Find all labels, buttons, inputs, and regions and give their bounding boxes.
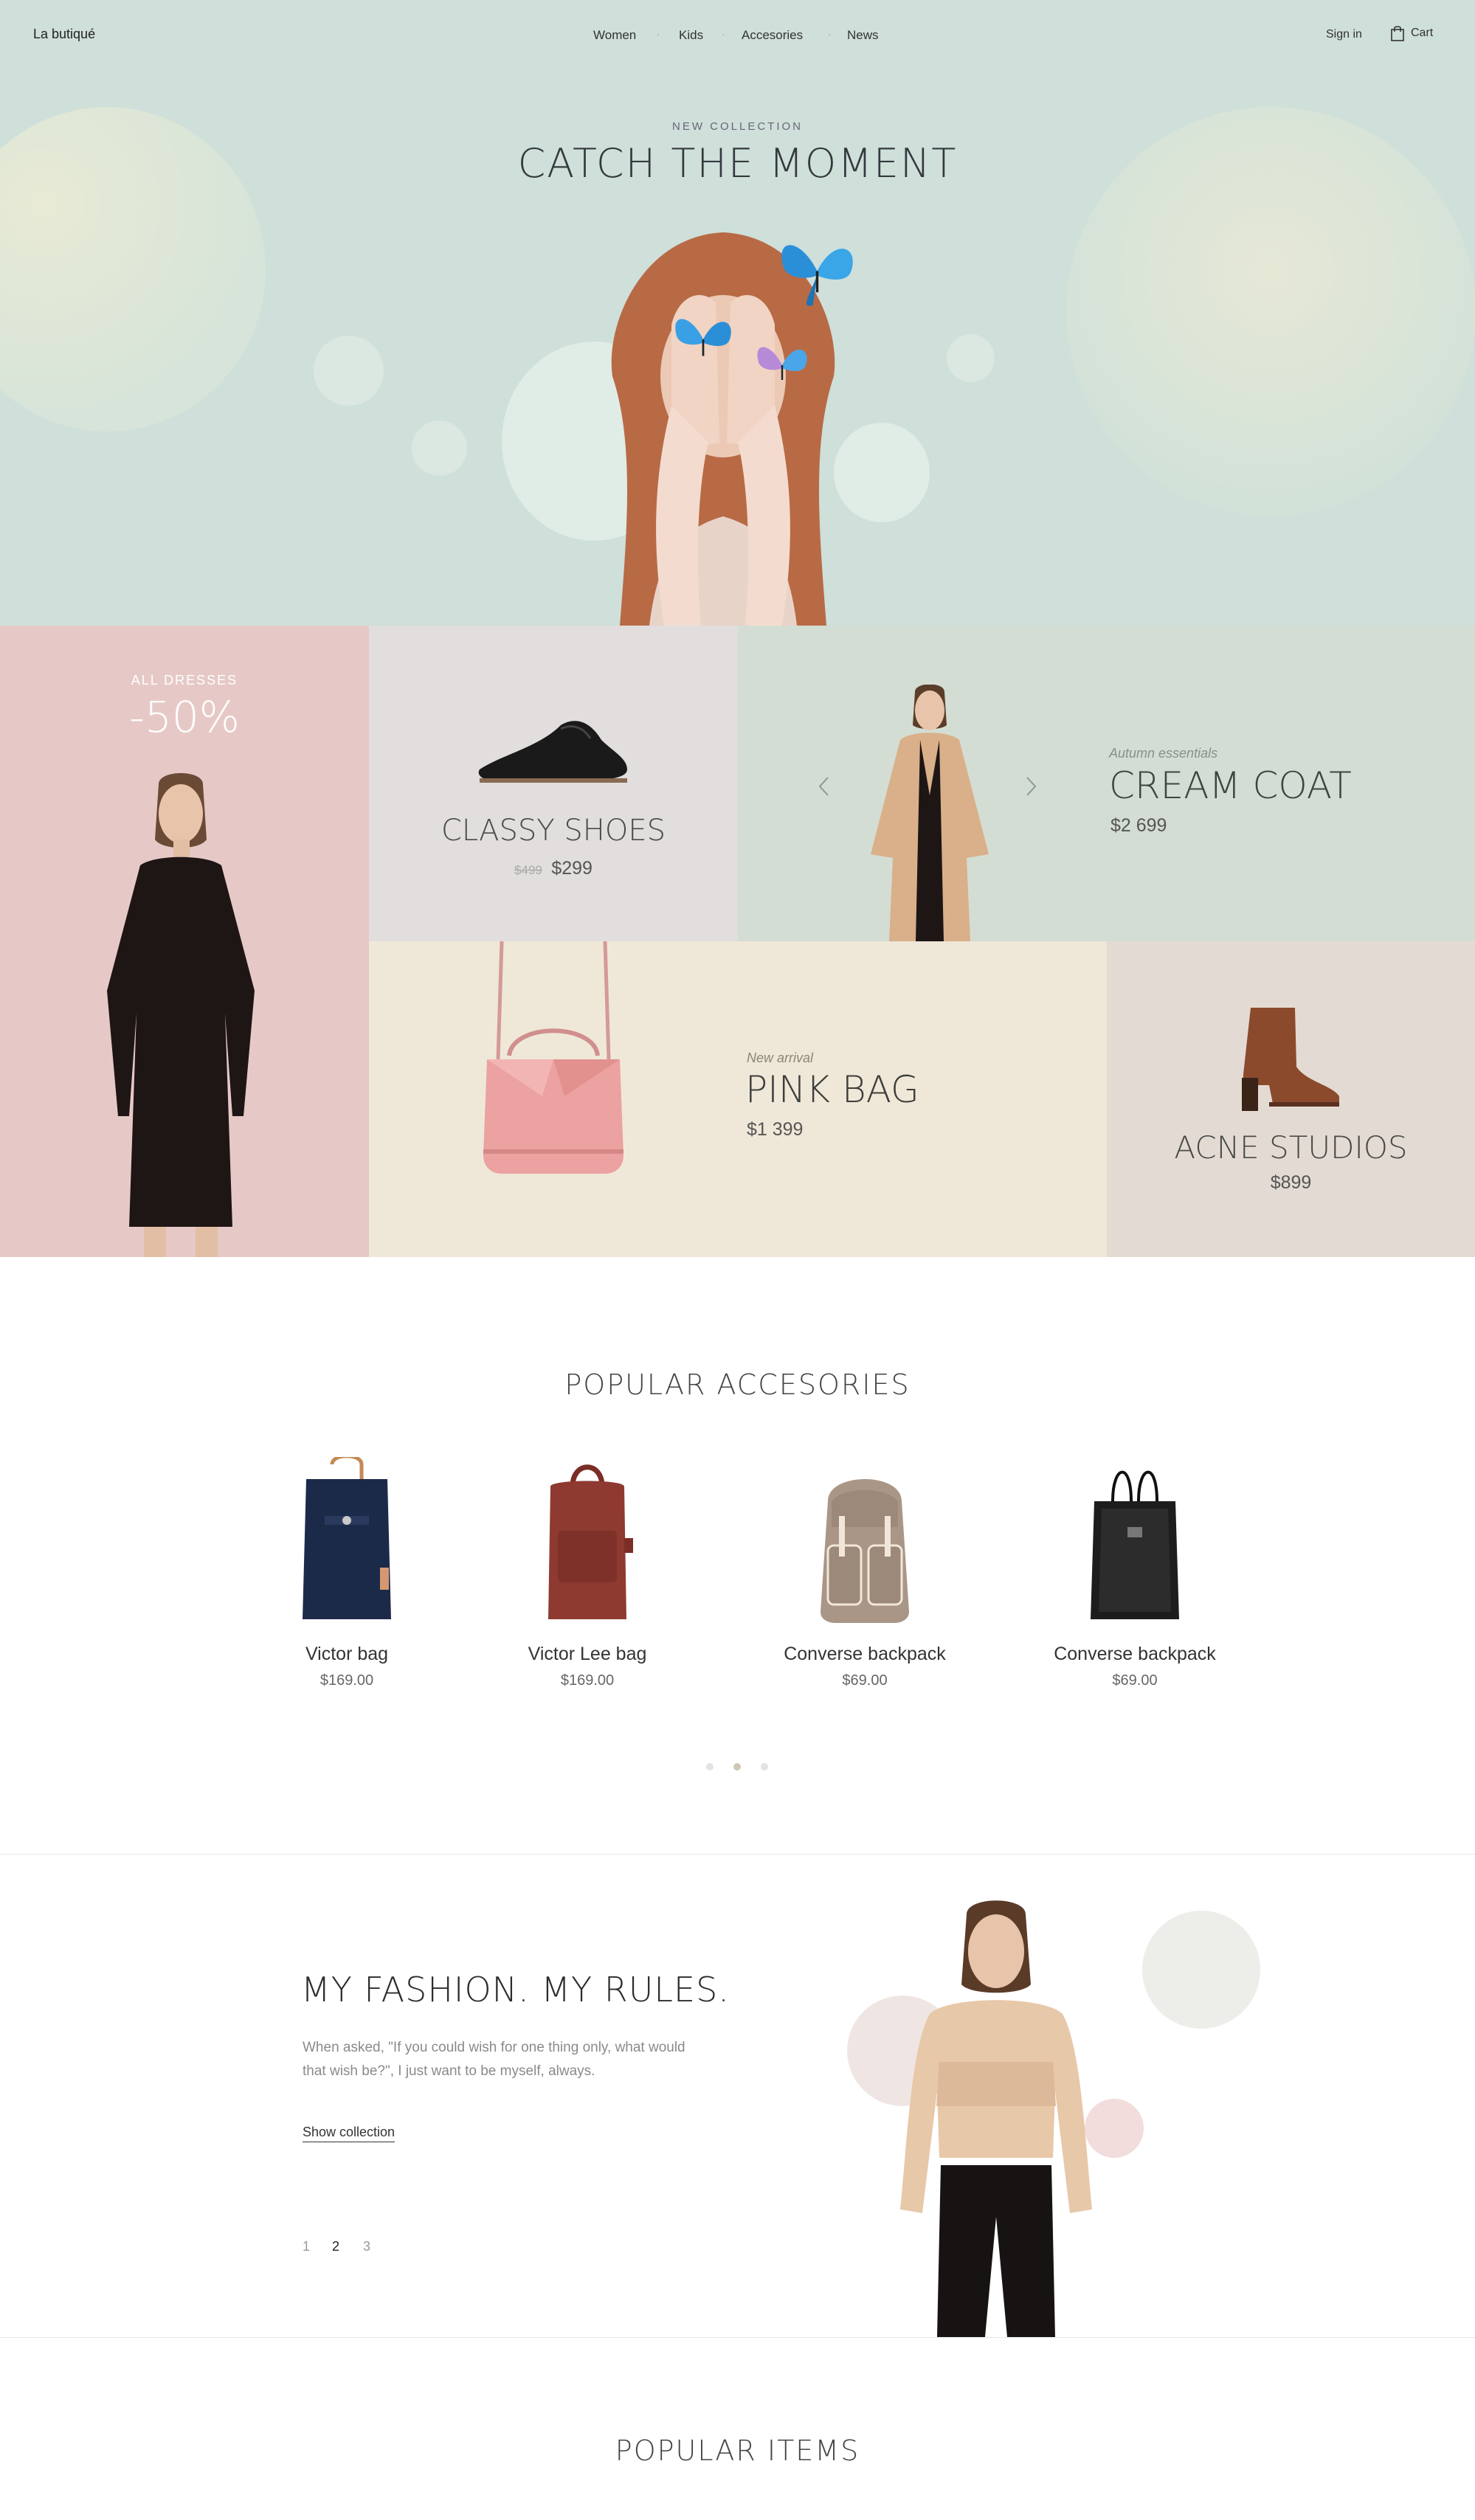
popular-accesories-title: POPULAR ACCESORIES	[564, 1368, 911, 1401]
product-price: $69.00	[842, 1672, 888, 1689]
tile-boots-price: $899	[1270, 1172, 1312, 1193]
divider	[0, 1854, 1475, 1855]
cart-label: Cart	[1411, 27, 1434, 39]
tile-coat-kicker: Autumn essentials	[1109, 746, 1218, 761]
popular-items-title: POPULAR ITEMS	[615, 2434, 860, 2467]
tile-shoes[interactable]: CLASSY SHOES $499 $299	[369, 626, 738, 941]
shopping-bag-icon	[1391, 26, 1404, 41]
hero-kicker: NEW COLLECTION	[671, 120, 803, 133]
decor-circle	[947, 334, 995, 382]
tile-dresses-discount: -50%	[129, 692, 240, 742]
pagination-page-active[interactable]: 2	[332, 2239, 339, 2254]
carousel-dot-active[interactable]	[733, 1763, 741, 1770]
product-price: $169.00	[560, 1672, 615, 1689]
product-card[interactable]: Converse backpack $69.00	[1024, 1457, 1246, 1689]
pagination-page[interactable]: 1	[303, 2239, 310, 2254]
butterfly-icon	[757, 347, 807, 380]
tile-dresses-kicker: ALL DRESSES	[131, 673, 238, 688]
product-price: $169.00	[319, 1672, 374, 1689]
pink-bag-image	[483, 941, 623, 1174]
show-collection-link[interactable]: Show collection	[303, 2125, 395, 2142]
tile-bag[interactable]: New arrival PINK BAG $1 399	[369, 941, 1107, 1257]
chevron-right-icon[interactable]	[1026, 776, 1037, 797]
tile-shoes-title: CLASSY SHOES	[441, 814, 666, 848]
fashion-body-line: When asked, "If you could wish for one t…	[303, 2040, 685, 2055]
tile-boots-title: ACNE STUDIOS	[1174, 1129, 1408, 1166]
nav-women[interactable]: Women	[593, 28, 636, 43]
decor-circle	[412, 420, 467, 476]
tile-shoes-old-price: $499	[514, 863, 542, 877]
tile-coat[interactable]: Autumn essentials CREAM COAT $2 699	[738, 626, 1475, 941]
loafer-shoe-image	[478, 721, 627, 783]
hero-section: La butiqué Women · Kids · Accesories · N…	[0, 0, 1475, 626]
converse-backpack-image	[1091, 1470, 1179, 1619]
sign-in-link[interactable]: Sign in	[1326, 28, 1362, 41]
tile-bag-title: PINK BAG	[745, 1068, 919, 1111]
tile-bag-kicker: New arrival	[747, 1050, 814, 1065]
decor-circle	[314, 336, 384, 406]
tile-boots[interactable]: ACNE STUDIOS $899	[1107, 941, 1475, 1257]
product-name[interactable]: Victor bag	[236, 1644, 457, 1665]
chevron-left-icon[interactable]	[818, 776, 829, 797]
product-name[interactable]: Converse backpack	[754, 1644, 975, 1665]
fashion-body: When asked, "If you could wish for one t…	[303, 2036, 716, 2083]
ankle-boot-image	[1242, 1008, 1339, 1111]
carousel-dot[interactable]	[706, 1763, 714, 1770]
dress-model-image	[107, 773, 255, 1257]
product-price: $69.00	[1112, 1672, 1158, 1689]
hero-title: CATCH THE MOMENT	[517, 140, 958, 187]
converse-backpack-image	[821, 1479, 909, 1623]
product-card[interactable]: Converse backpack $69.00	[754, 1457, 975, 1689]
nav-accesories[interactable]: Accesories	[742, 28, 803, 43]
tile-dresses[interactable]: ALL DRESSES -50%	[0, 626, 369, 1257]
tile-coat-price: $2 699	[1110, 815, 1167, 836]
nav-separator: ·	[722, 28, 725, 40]
decor-circle	[1142, 1911, 1260, 2029]
coat-model-image	[871, 685, 989, 941]
tile-coat-title: CREAM COAT	[1109, 764, 1352, 807]
nav-separator: ·	[828, 28, 832, 40]
product-name[interactable]: Converse backpack	[1024, 1644, 1246, 1665]
product-card[interactable]: Victor Lee bag $169.00	[477, 1457, 698, 1689]
pagination-page[interactable]: 3	[363, 2239, 370, 2254]
cart-link[interactable]: Cart	[1390, 25, 1433, 41]
victor-bag-image	[303, 1454, 391, 1619]
butterfly-icon	[781, 245, 853, 306]
nav-separator: ·	[657, 28, 660, 40]
butterfly-icon	[675, 319, 731, 356]
carousel-dot[interactable]	[761, 1763, 768, 1770]
divider	[0, 2337, 1475, 2338]
victor-lee-bag-image	[548, 1464, 633, 1619]
fashion-model-image	[900, 1900, 1092, 2337]
nav-kids[interactable]: Kids	[679, 28, 703, 43]
fashion-title: MY FASHION. MY RULES.	[301, 1970, 730, 2010]
tile-shoes-price-row: $499 $299	[369, 858, 738, 879]
logo[interactable]: La butiqué	[33, 27, 95, 42]
tile-bag-price: $1 399	[747, 1119, 804, 1140]
tile-shoes-price: $299	[551, 858, 593, 879]
fashion-body-line: that wish be?", I just want to be myself…	[303, 2063, 595, 2079]
product-name[interactable]: Victor Lee bag	[477, 1644, 698, 1665]
product-card[interactable]: Victor bag $169.00	[236, 1454, 457, 1689]
nav-news[interactable]: News	[847, 28, 879, 43]
